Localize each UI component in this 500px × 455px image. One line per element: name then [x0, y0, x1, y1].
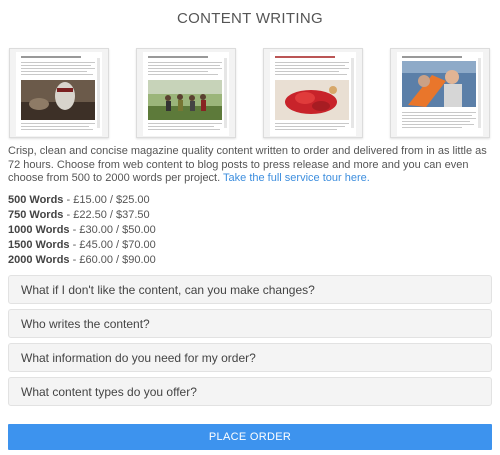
price-row: 1000 Words - £30.00 / $50.00: [8, 223, 308, 238]
sample-page-image: [397, 52, 483, 136]
faq-item-writers[interactable]: Who writes the content?: [8, 309, 492, 338]
word-count: 750 Words: [8, 209, 64, 221]
price-row: 500 Words - £15.00 / $25.00: [8, 193, 308, 208]
sample-thumbnail[interactable]: [9, 48, 109, 138]
price-row: 1500 Words - £45.00 / $70.00: [8, 238, 308, 253]
price-row: 750 Words - £22.50 / $37.50: [8, 208, 308, 223]
sample-thumbnail[interactable]: [263, 48, 363, 138]
pricing-list: 500 Words - £15.00 / $25.00 750 Words - …: [8, 193, 308, 268]
place-order-button[interactable]: PLACE ORDER: [8, 424, 492, 450]
sample-thumbnail[interactable]: [390, 48, 490, 138]
sample-page-image: [270, 52, 356, 136]
service-description: Crisp, clean and concise magazine qualit…: [8, 145, 492, 186]
sample-page-image: [16, 52, 102, 136]
price: - £60.00 / $90.00: [69, 254, 156, 266]
faq-item-changes[interactable]: What if I don't like the content, can yo…: [8, 275, 492, 304]
word-count: 1500 Words: [8, 239, 70, 251]
page-title: CONTENT WRITING: [177, 10, 323, 27]
price: - £22.50 / $37.50: [63, 209, 150, 221]
sample-page-image: [143, 52, 229, 136]
price: - £30.00 / $50.00: [69, 224, 156, 236]
word-count: 2000 Words: [8, 254, 70, 266]
faq-item-content-types[interactable]: What content types do you offer?: [8, 377, 492, 406]
sample-thumbnail[interactable]: [136, 48, 236, 138]
faq-item-order-info[interactable]: What information do you need for my orde…: [8, 343, 492, 372]
service-tour-link[interactable]: Take the full service tour here.: [223, 172, 370, 184]
price-row: 2000 Words - £60.00 / $90.00: [8, 253, 308, 268]
sample-thumbnails: [9, 48, 491, 140]
word-count: 500 Words: [8, 194, 64, 206]
word-count: 1000 Words: [8, 224, 70, 236]
price: - £45.00 / $70.00: [69, 239, 156, 251]
price: - £15.00 / $25.00: [63, 194, 150, 206]
